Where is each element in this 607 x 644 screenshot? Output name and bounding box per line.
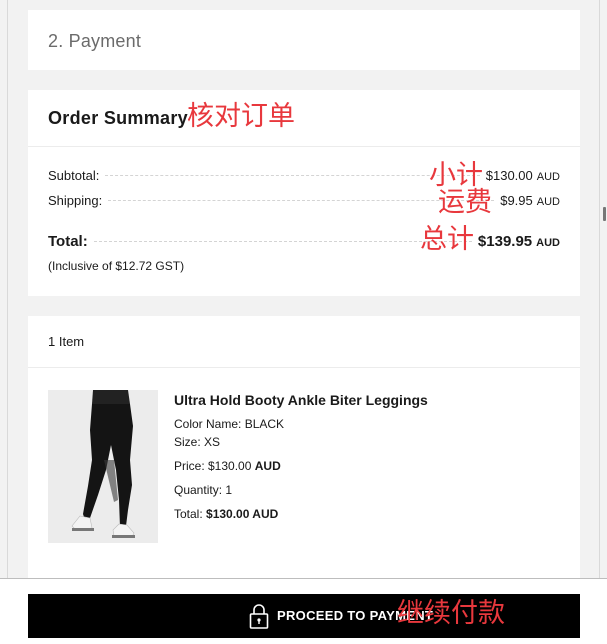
annotation-order-summary: 核对订单: [187, 101, 295, 132]
leggings-photo-icon: [48, 390, 158, 543]
product-price-currency: AUD: [254, 459, 281, 473]
subtotal-value: $130.00: [485, 168, 533, 183]
total-label: Total:: [48, 233, 88, 250]
subtotal-leader: [105, 175, 480, 176]
shipping-value: $9.95: [500, 193, 533, 208]
product-quantity: Quantity: 1: [174, 483, 233, 497]
product-color: Color Name: BLACK: [174, 417, 285, 431]
gst-note: (Inclusive of $12.72 GST): [48, 259, 185, 273]
scrollbar-thumb[interactable]: [603, 207, 606, 221]
frame-border-left: [7, 0, 8, 578]
items-card: 1 Item Ultra Hold Booty Ankle Biter Legg…: [28, 316, 580, 578]
total-currency: AUD: [536, 237, 560, 249]
annotation-proceed: 继续付款: [397, 598, 505, 629]
payment-title: 2. Payment: [48, 31, 142, 51]
total-row: Total: $139.95 AUD: [48, 233, 560, 250]
shipping-label: Shipping:: [48, 193, 103, 208]
product-total-value: $130.00 AUD: [206, 507, 279, 521]
shipping-currency: AUD: [536, 196, 560, 208]
annotation-total: 总计: [420, 224, 474, 255]
annotation-subtotal: 小计: [429, 160, 483, 191]
total-value: $139.95: [477, 233, 533, 250]
product-image[interactable]: [48, 390, 158, 543]
shipping-leader: [108, 200, 495, 201]
order-summary-title: Order Summary: [48, 108, 188, 128]
subtotal-currency: AUD: [536, 171, 560, 183]
annotation-shipping: 运费: [438, 187, 492, 218]
total-leader: [93, 241, 472, 242]
padlock-icon: [249, 604, 269, 629]
items-count: 1 Item: [48, 334, 85, 349]
frame-border-right: [599, 0, 600, 578]
product-name[interactable]: Ultra Hold Booty Ankle Biter Leggings: [174, 392, 428, 408]
order-summary-card: Order Summary Subtotal: $130.00 AUD Ship…: [28, 90, 580, 296]
product-size: Size: XS: [174, 435, 221, 449]
items-header: 1 Item: [28, 316, 580, 368]
subtotal-row: Subtotal: $130.00 AUD: [48, 168, 560, 183]
payment-section[interactable]: 2. Payment: [28, 10, 580, 70]
product-price-label: Price: $130.00: [174, 459, 252, 473]
product-price: Price: $130.00 AUD: [174, 459, 281, 473]
subtotal-label: Subtotal:: [48, 168, 100, 183]
order-summary-header: Order Summary: [28, 90, 580, 147]
product-total-label: Total:: [174, 507, 203, 521]
product-total: Total: $130.00 AUD: [174, 507, 278, 521]
